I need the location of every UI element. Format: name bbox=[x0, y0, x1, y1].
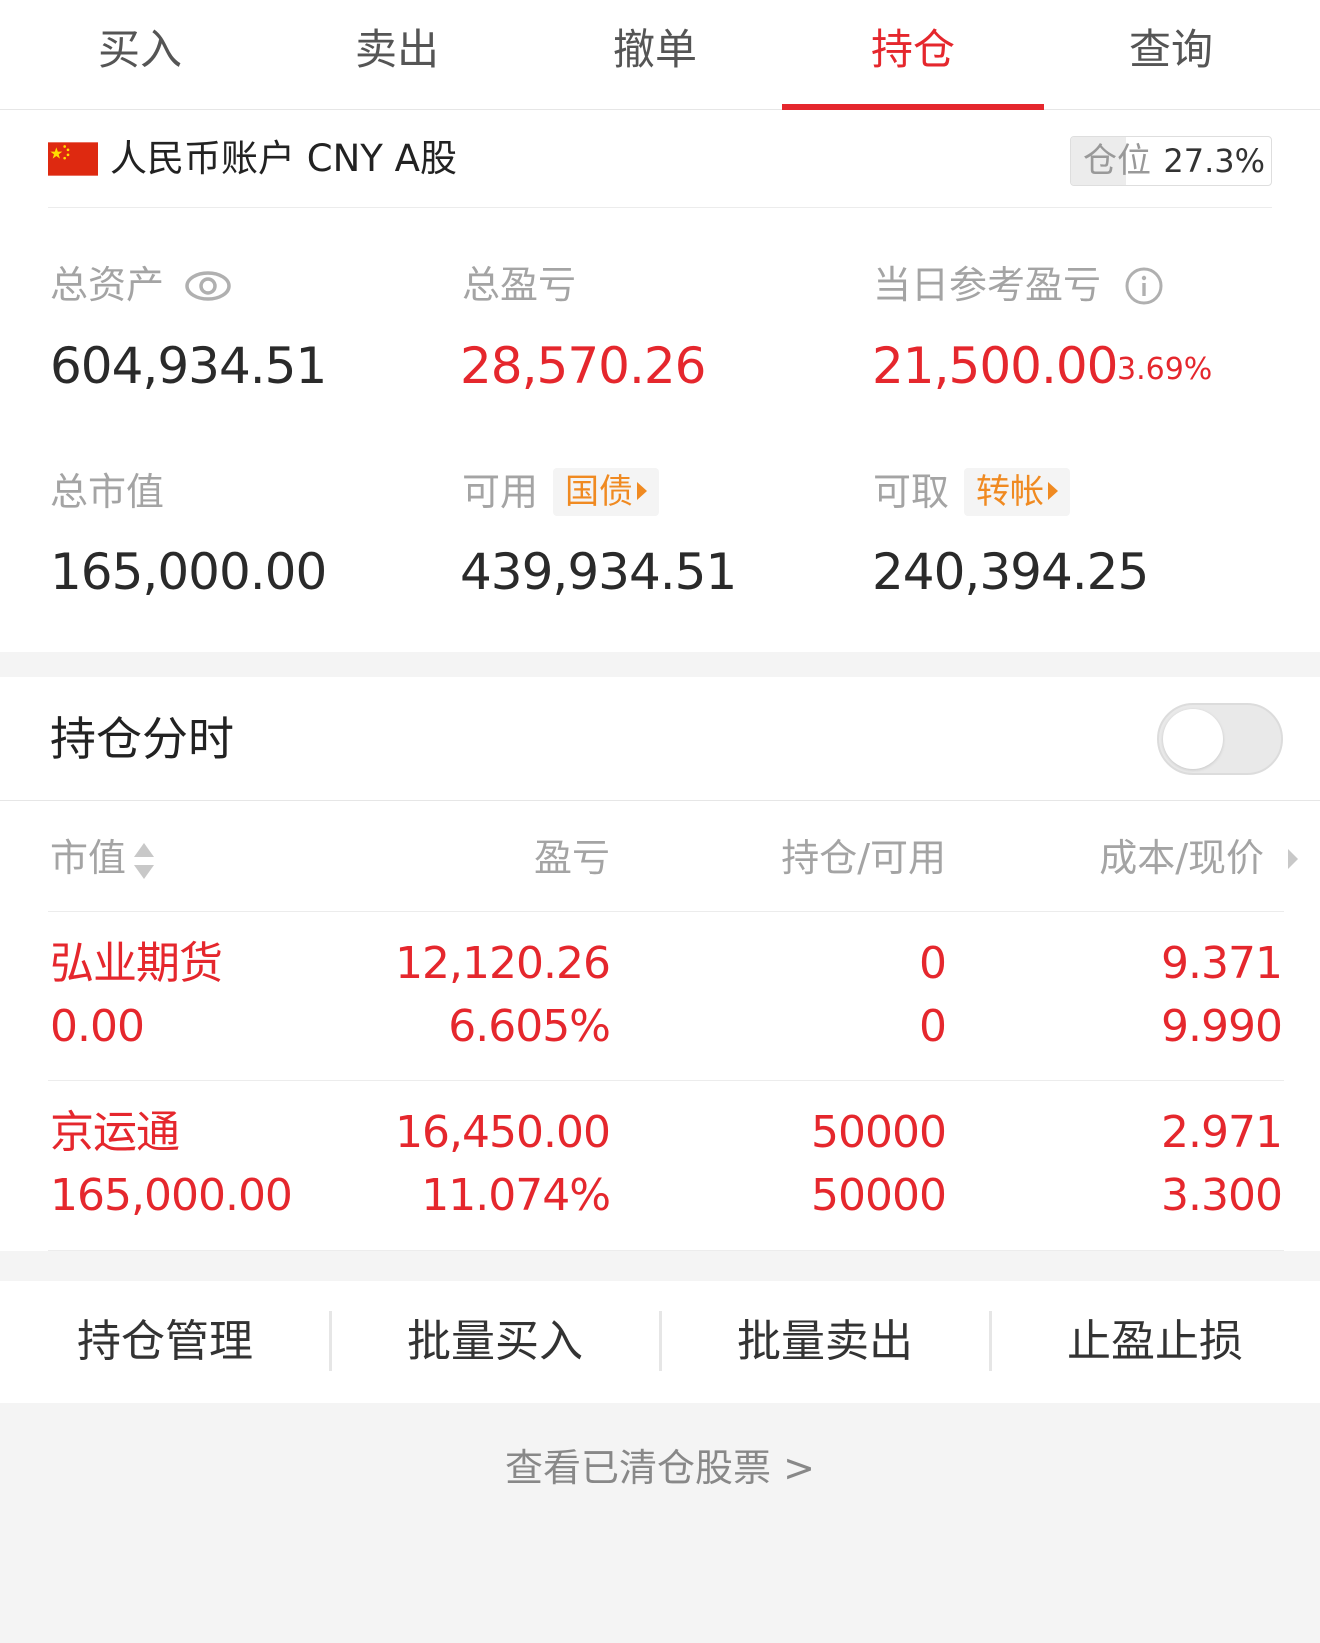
row-divider bbox=[48, 1080, 1284, 1081]
daily-pnl-percent: 3.69% bbox=[1117, 352, 1213, 387]
position-ratio-badge: 仓位 27.3% bbox=[1070, 136, 1272, 186]
tab-cancel-order[interactable]: 撤单 bbox=[525, 0, 785, 110]
transfer-link-label: 转帐 bbox=[976, 472, 1044, 512]
total-pnl-value: 28,570.26 bbox=[460, 337, 706, 395]
transfer-link[interactable]: 转帐 bbox=[964, 468, 1070, 516]
stock-pnl-percent: 6.605% bbox=[448, 1001, 611, 1052]
header-divider bbox=[48, 911, 1284, 912]
holdings-table: 市值 盈亏 持仓/可用 成本/现价 弘业期货 0.00 12,120.26 6.… bbox=[0, 801, 1320, 1251]
position-ratio-label: 仓位 bbox=[1083, 141, 1151, 181]
position-timeshare-toggle[interactable] bbox=[1157, 703, 1283, 775]
header-cost-price-label: 成本/现价 bbox=[1099, 836, 1264, 880]
position-ratio-value: 27.3% bbox=[1163, 142, 1265, 180]
account-name[interactable]: 人民币账户 CNY A股 bbox=[110, 134, 457, 184]
position-timeshare-section: 持仓分时 bbox=[0, 677, 1320, 801]
stock-pnl: 16,450.00 bbox=[395, 1107, 611, 1158]
take-profit-stop-loss-button[interactable]: 止盈止损 bbox=[990, 1281, 1320, 1403]
stock-current-price: 3.300 bbox=[1161, 1170, 1283, 1221]
stock-market-value: 165,000.00 bbox=[50, 1170, 293, 1221]
total-assets-label: 总资产 bbox=[50, 263, 165, 307]
position-management-button[interactable]: 持仓管理 bbox=[0, 1281, 330, 1403]
tab-buy[interactable]: 买入 bbox=[10, 0, 270, 110]
market-value-label: 总市值 bbox=[50, 470, 165, 514]
header-market-value-label: 市值 bbox=[50, 836, 127, 880]
info-icon[interactable] bbox=[1124, 266, 1164, 306]
tab-positions[interactable]: 持仓 bbox=[783, 0, 1043, 110]
sort-icon bbox=[134, 842, 155, 879]
top-tab-bar: 买入 卖出 撤单 持仓 查询 bbox=[0, 0, 1320, 110]
chevron-right-icon bbox=[1048, 482, 1058, 500]
header-cost-price[interactable]: 成本/现价 bbox=[1000, 831, 1282, 885]
total-assets-value: 604,934.51 bbox=[50, 337, 327, 395]
row-divider bbox=[48, 1250, 1284, 1251]
withdrawable-label: 可取 bbox=[873, 470, 950, 514]
stock-name: 京运通 bbox=[50, 1107, 180, 1158]
stock-name: 弘业期货 bbox=[50, 938, 223, 989]
stock-position: 0 bbox=[919, 938, 947, 989]
header-market-value[interactable]: 市值 bbox=[50, 831, 156, 885]
header-pnl: 盈亏 bbox=[533, 836, 610, 880]
available-value: 439,934.51 bbox=[460, 543, 737, 601]
market-value-value: 165,000.00 bbox=[50, 543, 327, 601]
account-header: 人民币账户 CNY A股 仓位 27.3% bbox=[48, 110, 1272, 208]
chevron-right-icon bbox=[637, 482, 647, 500]
stock-cost: 9.371 bbox=[1161, 938, 1283, 989]
stock-pnl: 12,120.26 bbox=[395, 938, 611, 989]
eye-icon[interactable] bbox=[184, 262, 232, 310]
stock-available: 0 bbox=[919, 1001, 947, 1052]
treasury-bond-link-label: 国债 bbox=[565, 472, 633, 512]
stock-position: 50000 bbox=[811, 1107, 947, 1158]
daily-pnl-value: 21,500.00 bbox=[872, 337, 1118, 395]
tab-query[interactable]: 查询 bbox=[1041, 0, 1301, 110]
chevron-right-icon[interactable] bbox=[1286, 847, 1300, 871]
china-flag-icon bbox=[48, 142, 98, 176]
toggle-knob bbox=[1163, 709, 1223, 769]
stock-market-value: 0.00 bbox=[50, 1001, 145, 1052]
withdrawable-value: 240,394.25 bbox=[872, 543, 1149, 601]
total-pnl-label: 总盈亏 bbox=[462, 263, 577, 307]
batch-buy-button[interactable]: 批量买入 bbox=[330, 1281, 660, 1403]
header-position-available: 持仓/可用 bbox=[781, 836, 946, 880]
stock-current-price: 9.990 bbox=[1161, 1001, 1283, 1052]
view-cleared-stocks-link[interactable]: 查看已清仓股票 > bbox=[0, 1440, 1320, 1496]
position-timeshare-title: 持仓分时 bbox=[50, 712, 234, 766]
stock-available: 50000 bbox=[811, 1170, 947, 1221]
holding-actions-bar: 持仓管理 批量买入 批量卖出 止盈止损 bbox=[0, 1281, 1320, 1403]
batch-sell-button[interactable]: 批量卖出 bbox=[660, 1281, 990, 1403]
tab-sell[interactable]: 卖出 bbox=[267, 0, 527, 110]
account-summary: 人民币账户 CNY A股 仓位 27.3% 总资产 604,934.51 总盈亏… bbox=[0, 110, 1320, 652]
stock-cost: 2.971 bbox=[1161, 1107, 1283, 1158]
treasury-bond-link[interactable]: 国债 bbox=[553, 468, 659, 516]
stock-pnl-percent: 11.074% bbox=[421, 1170, 611, 1221]
available-label: 可用 bbox=[462, 470, 539, 514]
daily-pnl-label: 当日参考盈亏 bbox=[873, 263, 1102, 307]
